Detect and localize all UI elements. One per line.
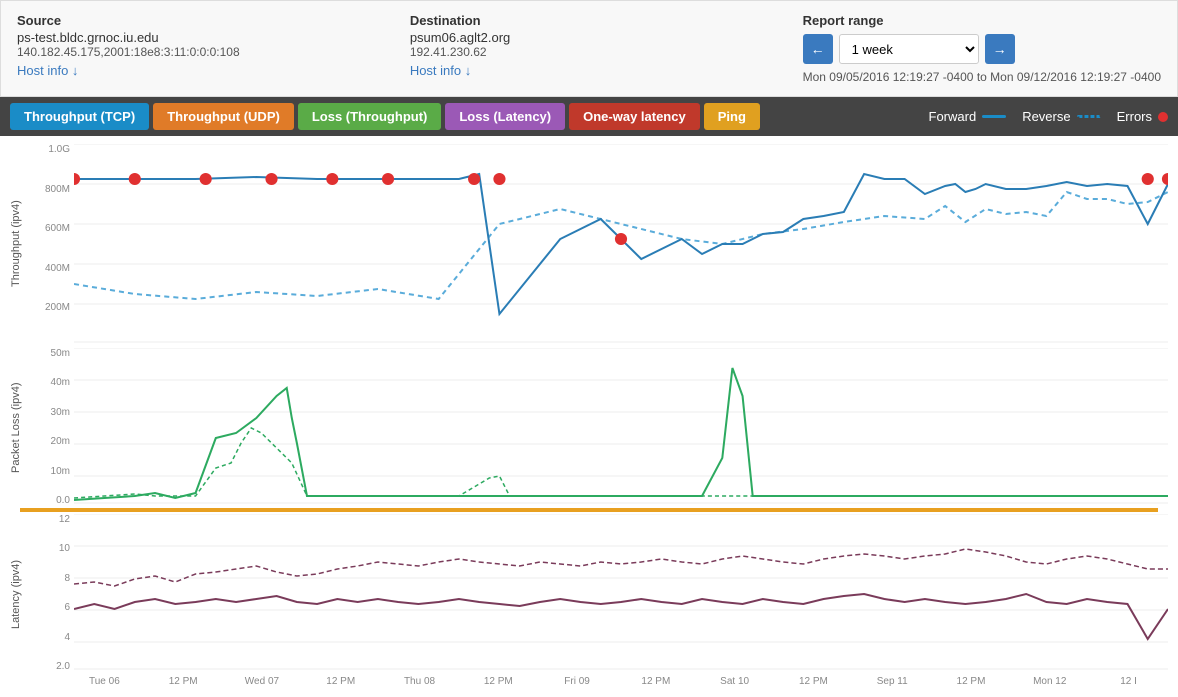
reverse-label: Reverse	[1022, 109, 1070, 124]
legend-reverse[interactable]: Reverse	[1022, 109, 1100, 124]
report-range-section: Report range ← 1 week 6 hours 12 hours 1…	[803, 13, 1161, 84]
range-dates: Mon 09/05/2016 12:19:27 -0400 to Mon 09/…	[803, 70, 1161, 84]
dest-host-info-link[interactable]: Host info ↓	[410, 63, 471, 78]
legend: Forward Reverse Errors	[929, 109, 1169, 124]
source-host-info-link[interactable]: Host info ↓	[17, 63, 78, 78]
loss-chart-body: 50m 40m 30m 20m 10m 0.0	[32, 348, 1168, 508]
tabs-bar: Throughput (TCP) Throughput (UDP) Loss (…	[0, 97, 1178, 136]
tab-throughput-udp[interactable]: Throughput (UDP)	[153, 103, 294, 130]
tab-throughput-tcp[interactable]: Throughput (TCP)	[10, 103, 149, 130]
throughput-svg	[74, 144, 1168, 344]
dest-section: Destination psum06.aglt2.org 192.41.230.…	[410, 13, 763, 78]
forward-line-icon	[982, 115, 1006, 118]
throughput-chart-inner: 1.0G 800M 600M 400M 200M	[32, 144, 1168, 344]
source-section: Source ps-test.bldc.grnoc.iu.edu 140.182…	[17, 13, 370, 78]
throughput-y-label: Throughput (ipv4)	[10, 144, 32, 344]
throughput-chart-container: Throughput (ipv4) 1.0G 800M 600M 400M 20…	[10, 144, 1168, 344]
header-panel: Source ps-test.bldc.grnoc.iu.edu 140.182…	[0, 0, 1178, 97]
latency-y-ticks: 12 10 8 6 4 2.0	[32, 514, 74, 674]
throughput-chart-body: 1.0G 800M 600M 400M 200M	[32, 144, 1168, 344]
divider-line	[20, 508, 1158, 512]
reverse-line-icon	[1077, 115, 1101, 118]
latency-y-label: Latency (ipv4)	[10, 514, 32, 674]
tab-ping[interactable]: Ping	[704, 103, 760, 130]
legend-forward[interactable]: Forward	[929, 109, 1007, 124]
range-controls: ← 1 week 6 hours 12 hours 1 day 3 days 2…	[803, 34, 1161, 64]
tab-one-way-latency[interactable]: One-way latency	[569, 103, 700, 130]
dest-host: psum06.aglt2.org	[410, 30, 763, 45]
x-axis-labels: Tue 06 12 PM Wed 07 12 PM Thu 08 12 PM F…	[10, 674, 1168, 687]
throughput-y-ticks: 1.0G 800M 600M 400M 200M	[32, 144, 74, 344]
date-to-label: to	[977, 70, 987, 84]
time-from: 12:19:27 -0400	[893, 70, 974, 84]
charts-area: Throughput (ipv4) 1.0G 800M 600M 400M 20…	[0, 144, 1178, 697]
dest-label: Destination	[410, 13, 763, 28]
loss-y-label: Packet Loss (ipv4)	[10, 348, 32, 508]
range-next-button[interactable]: →	[985, 34, 1015, 64]
source-label: Source	[17, 13, 370, 28]
errors-label: Errors	[1117, 109, 1152, 124]
report-range-label: Report range	[803, 13, 1161, 28]
loss-chart-inner: 50m 40m 30m 20m 10m 0.0	[32, 348, 1168, 508]
source-ip: 140.182.45.175,2001:18e8:3:11:0:0:0:108	[17, 45, 370, 59]
range-select[interactable]: 1 week 6 hours 12 hours 1 day 3 days 2 w…	[839, 34, 979, 64]
latency-chart-body: 12 10 8 6 4 2.0	[32, 514, 1168, 674]
latency-chart-container: Latency (ipv4) 12 10 8 6 4 2.0	[10, 514, 1168, 674]
range-prev-button[interactable]: ←	[803, 34, 833, 64]
date-from: Mon 09/05/2016	[803, 70, 890, 84]
tab-loss-latency[interactable]: Loss (Latency)	[445, 103, 565, 130]
forward-label: Forward	[929, 109, 977, 124]
source-host: ps-test.bldc.grnoc.iu.edu	[17, 30, 370, 45]
loss-svg	[74, 348, 1168, 508]
errors-dot-icon	[1158, 112, 1168, 122]
loss-y-ticks: 50m 40m 30m 20m 10m 0.0	[32, 348, 74, 508]
dest-ip: 192.41.230.62	[410, 45, 763, 59]
latency-chart-inner: 12 10 8 6 4 2.0	[32, 514, 1168, 674]
tab-loss-throughput[interactable]: Loss (Throughput)	[298, 103, 442, 130]
date-to: Mon 09/12/2016	[990, 70, 1077, 84]
latency-svg	[74, 514, 1168, 674]
legend-errors[interactable]: Errors	[1117, 109, 1168, 124]
time-to: 12:19:27 -0400	[1080, 70, 1161, 84]
loss-chart-container: Packet Loss (ipv4) 50m 40m 30m 20m 10m 0…	[10, 348, 1168, 508]
